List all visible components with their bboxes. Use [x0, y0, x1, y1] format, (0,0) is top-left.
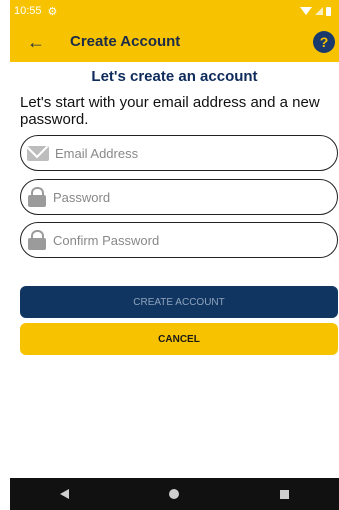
status-right — [300, 6, 331, 16]
wifi-icon — [300, 7, 312, 15]
email-input[interactable] — [55, 145, 305, 161]
battery-icon — [326, 6, 331, 16]
back-arrow-icon[interactable]: ← — [24, 30, 48, 54]
system-nav-bar — [10, 478, 339, 510]
create-account-button[interactable]: CREATE ACCOUNT — [20, 286, 338, 318]
page-title: Create Account — [70, 33, 181, 50]
nav-home-icon[interactable] — [169, 489, 180, 499]
status-left: 10:55 ⚙ — [14, 5, 57, 18]
lock-icon — [27, 230, 47, 250]
email-icon — [27, 145, 49, 161]
status-time: 10:55 — [14, 5, 42, 17]
email-field[interactable] — [20, 135, 338, 171]
confirm-password-input[interactable] — [53, 232, 303, 248]
settings-icon: ⚙ — [47, 5, 58, 18]
form-subtext: Let's start with your email address and … — [20, 94, 320, 128]
confirm-password-field[interactable] — [20, 222, 338, 258]
form-heading: Let's create an account — [91, 68, 258, 85]
nav-recents-icon[interactable] — [279, 489, 289, 499]
nav-back-icon[interactable] — [60, 489, 70, 499]
help-icon[interactable]: ? — [313, 31, 335, 53]
app-bar: ← Create Account ? — [10, 22, 339, 62]
lock-icon — [27, 187, 47, 207]
password-input[interactable] — [53, 189, 303, 205]
signal-icon — [315, 7, 323, 15]
password-field[interactable] — [20, 179, 338, 215]
cancel-button[interactable]: CANCEL — [20, 323, 338, 355]
status-bar: 10:55 ⚙ — [10, 0, 339, 22]
